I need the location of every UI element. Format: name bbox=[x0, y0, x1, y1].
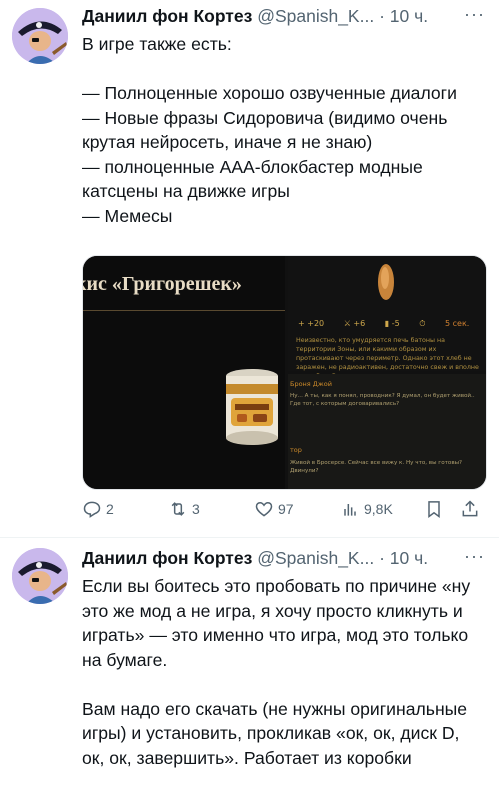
bookmark-icon bbox=[428, 501, 440, 518]
retweet-count: 3 bbox=[192, 501, 200, 517]
author-handle[interactable]: @Spanish_K... bbox=[257, 548, 374, 568]
more-options-icon[interactable]: ··· bbox=[464, 546, 485, 567]
stat-health: + +20 bbox=[298, 319, 325, 328]
tweet-text: Если вы боитесь это пробовать по причине… bbox=[82, 576, 471, 768]
stat-duration: 5 сек. bbox=[445, 319, 470, 328]
dialogue-line: Живой в Бросерсе. Сейчас все вижу к. Ну … bbox=[290, 460, 463, 474]
tweet-text: В игре также есть: — Полноценные хорошо … bbox=[82, 34, 457, 226]
tweet-header: Даниил фон Кортез @Spanish_K... · 10 ч. bbox=[82, 4, 428, 28]
views-count: 9,8K bbox=[364, 501, 393, 517]
avatar[interactable] bbox=[12, 8, 68, 64]
media-image-1[interactable]: кис «Григорешек» bbox=[83, 256, 285, 489]
dialogue-speaker: Броня Джой bbox=[290, 380, 332, 388]
dialogue-line: Ну... А ты, как я понял, проводник? Я ду… bbox=[290, 393, 475, 407]
tweet-header: Даниил фон Кортез @Spanish_K... · 10 ч. bbox=[82, 546, 428, 570]
tweet[interactable]: Даниил фон Кортез @Spanish_K... · 10 ч. … bbox=[0, 538, 499, 800]
tweet-actions: 2 3 97 9,8K bbox=[82, 497, 487, 521]
stat-attack: ⚔ +6 bbox=[343, 319, 366, 328]
tweet-time[interactable]: 10 ч. bbox=[390, 6, 428, 26]
separator-dot: · bbox=[379, 548, 385, 568]
media-image-3[interactable]: Броня Джой Ну... А ты, как я понял, пров… bbox=[288, 374, 486, 489]
analytics-icon bbox=[344, 504, 356, 516]
bread-icon bbox=[378, 264, 394, 300]
author-handle[interactable]: @Spanish_K... bbox=[257, 6, 374, 26]
timer-icon: ⏱ bbox=[419, 319, 426, 328]
media-image-2[interactable]: + +20 ⚔ +6 ▮ -5 ⏱ 5 сек. Неизвестно, кто… bbox=[288, 256, 486, 380]
views-button[interactable]: 9,8K bbox=[340, 497, 393, 521]
dialogue-speaker: тор bbox=[290, 446, 302, 454]
tweet[interactable]: Даниил фон Кортез @Spanish_K... · 10 ч. … bbox=[0, 0, 499, 537]
game-item-title: кис «Григорешек» bbox=[82, 273, 242, 295]
more-options-icon[interactable]: ··· bbox=[464, 4, 485, 25]
author-name[interactable]: Даниил фон Кортез bbox=[82, 548, 252, 568]
retweet-icon bbox=[171, 502, 185, 516]
share-icon bbox=[462, 500, 478, 517]
share-button[interactable] bbox=[460, 497, 480, 521]
bookmark-button[interactable] bbox=[424, 497, 444, 521]
pirate-avatar-icon bbox=[12, 8, 68, 64]
like-button[interactable]: 97 bbox=[254, 497, 294, 521]
author-name[interactable]: Даниил фон Кортез bbox=[82, 6, 252, 26]
heart-icon bbox=[255, 501, 273, 517]
reply-count: 2 bbox=[106, 501, 114, 517]
media-grid[interactable]: кис «Григорешек» + +20 ⚔ +6 ▮ -5 ⏱ 5 сек… bbox=[82, 255, 487, 490]
retweet-button[interactable]: 3 bbox=[168, 497, 200, 521]
divider bbox=[83, 310, 285, 311]
tweet-time[interactable]: 10 ч. bbox=[390, 548, 428, 568]
stat-weight: ▮ -5 bbox=[384, 319, 400, 328]
like-count: 97 bbox=[278, 501, 294, 517]
reply-button[interactable]: 2 bbox=[82, 497, 114, 521]
snack-jar-icon bbox=[226, 369, 278, 445]
avatar[interactable] bbox=[12, 548, 68, 604]
pirate-avatar-icon bbox=[12, 548, 68, 604]
item-stats: + +20 ⚔ +6 ▮ -5 ⏱ 5 сек. bbox=[298, 319, 483, 329]
separator-dot: · bbox=[379, 6, 385, 26]
reply-icon bbox=[83, 501, 101, 518]
